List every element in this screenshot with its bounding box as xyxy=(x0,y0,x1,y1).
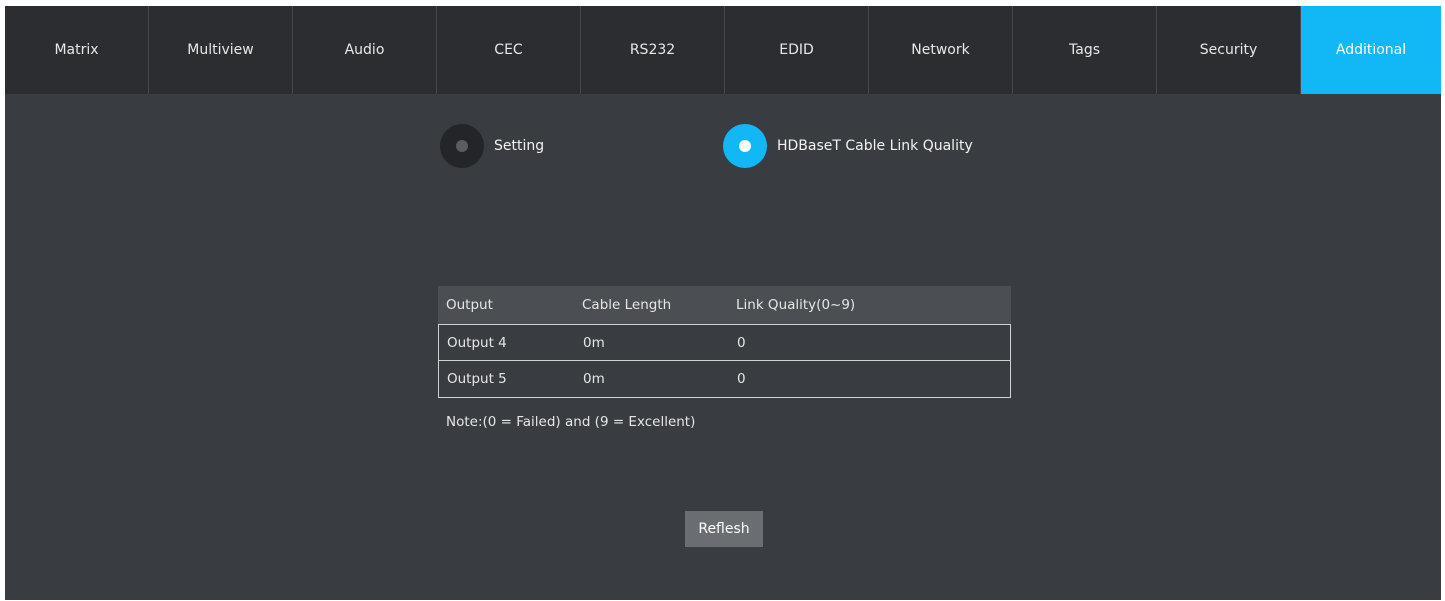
tab-rs232[interactable]: RS232 xyxy=(581,6,725,94)
cell-cable-length: 0m xyxy=(583,334,605,351)
cell-link-quality: 0 xyxy=(737,334,746,351)
cell-output: Output 4 xyxy=(447,334,507,351)
refresh-button[interactable]: Reflesh xyxy=(685,511,763,547)
header-link-quality: Link Quality(0~9) xyxy=(736,297,856,313)
tab-bar: Matrix Multiview Audio CEC RS232 EDID Ne… xyxy=(5,6,1441,94)
radio-unchecked-icon xyxy=(440,124,484,168)
setting-radio[interactable]: Setting xyxy=(440,124,544,168)
tab-label: Audio xyxy=(344,42,385,58)
link-quality-table: Output Cable Length Link Quality(0~9) Ou… xyxy=(438,286,1011,398)
table-row: Output 4 0m 0 xyxy=(438,324,1011,361)
radio-checked-icon xyxy=(723,124,767,168)
tab-label: Security xyxy=(1199,42,1258,58)
tab-label: Network xyxy=(911,42,970,58)
tab-network[interactable]: Network xyxy=(869,6,1013,94)
mode-selector: Setting HDBaseT Cable Link Quality xyxy=(5,124,1441,172)
table-row: Output 5 0m 0 xyxy=(438,361,1011,398)
cell-link-quality: 0 xyxy=(737,371,746,387)
tab-label: Matrix xyxy=(54,42,99,58)
tab-label: Tags xyxy=(1069,42,1100,58)
tab-label: Additional xyxy=(1335,42,1407,58)
tab-label: CEC xyxy=(494,42,523,58)
tab-additional[interactable]: Additional xyxy=(1301,6,1441,94)
tab-audio[interactable]: Audio xyxy=(293,6,437,94)
app-frame: Matrix Multiview Audio CEC RS232 EDID Ne… xyxy=(5,6,1441,600)
cell-output: Output 5 xyxy=(447,371,507,387)
tab-label: Multiview xyxy=(187,42,254,58)
header-cable-length: Cable Length xyxy=(582,297,672,313)
tab-multiview[interactable]: Multiview xyxy=(149,6,293,94)
tab-security[interactable]: Security xyxy=(1157,6,1301,94)
tab-edid[interactable]: EDID xyxy=(725,6,869,94)
hdbaset-radio-label: HDBaseT Cable Link Quality xyxy=(777,138,973,154)
hdbaset-link-quality-radio[interactable]: HDBaseT Cable Link Quality xyxy=(723,124,973,168)
tab-label: EDID xyxy=(779,42,814,58)
cell-cable-length: 0m xyxy=(583,371,605,387)
tab-matrix[interactable]: Matrix xyxy=(5,6,149,94)
quality-note: Note:(0 = Failed) and (9 = Excellent) xyxy=(446,414,696,430)
tab-tags[interactable]: Tags xyxy=(1013,6,1157,94)
tab-cec[interactable]: CEC xyxy=(437,6,581,94)
table-header: Output Cable Length Link Quality(0~9) xyxy=(438,286,1011,324)
header-output: Output xyxy=(446,297,493,313)
setting-radio-label: Setting xyxy=(494,138,545,154)
tab-label: RS232 xyxy=(629,42,676,58)
